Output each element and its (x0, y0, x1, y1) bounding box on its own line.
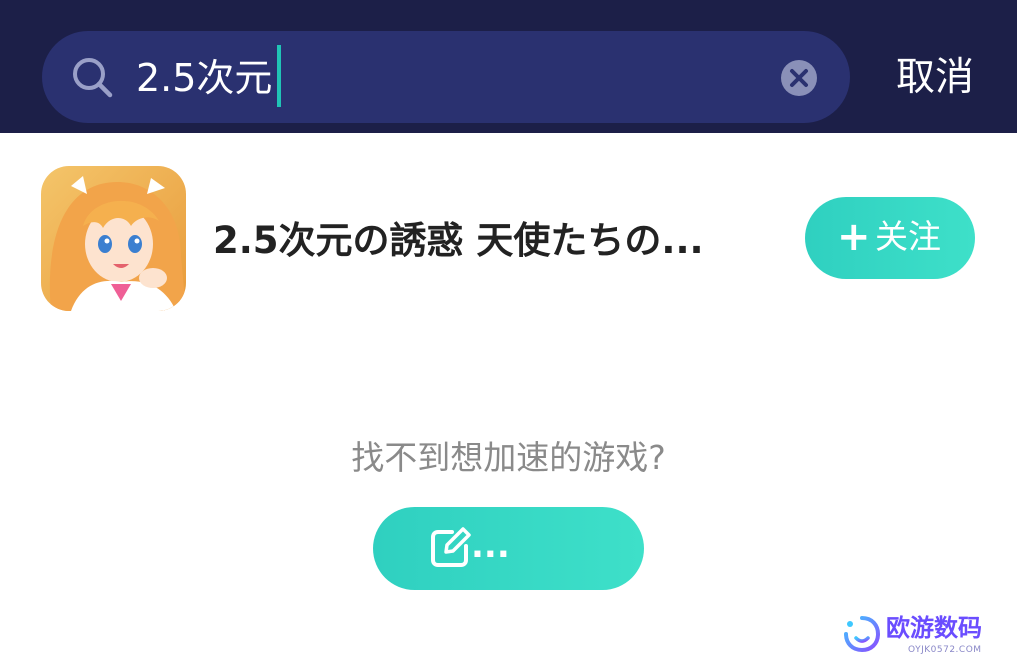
search-header: 2.5次元 取消 (0, 0, 1017, 133)
text-caret (277, 45, 281, 107)
follow-label: 关注 (875, 217, 941, 256)
search-icon (73, 58, 113, 98)
request-game-button[interactable]: ... (373, 507, 644, 590)
watermark-logo-icon (844, 616, 881, 653)
search-query-text[interactable]: 2.5次元 (136, 48, 272, 108)
search-screen: 2.5次元 取消 2.5次元の誘惑 天使たちの... + 关注 找不到想加速的游… (0, 0, 1017, 663)
search-result-item[interactable]: 2.5次元の誘惑 天使たちの... + 关注 (0, 133, 1017, 343)
follow-button[interactable]: + 关注 (805, 197, 975, 279)
edit-icon (431, 527, 471, 567)
cancel-button[interactable]: 取消 (876, 46, 994, 110)
game-title[interactable]: 2.5次元の誘惑 天使たちの... (213, 213, 773, 269)
watermark: 欧游数码 OYJK0572.COM (842, 612, 1012, 660)
plus-icon: + (837, 214, 871, 260)
request-button-label: ... (471, 526, 510, 566)
watermark-text: 欧游数码 (886, 614, 982, 642)
game-icon[interactable] (41, 166, 186, 311)
clear-icon[interactable] (780, 59, 818, 97)
watermark-subtext: OYJK0572.COM (908, 645, 982, 655)
not-found-prompt: 找不到想加速的游戏? (351, 438, 666, 477)
